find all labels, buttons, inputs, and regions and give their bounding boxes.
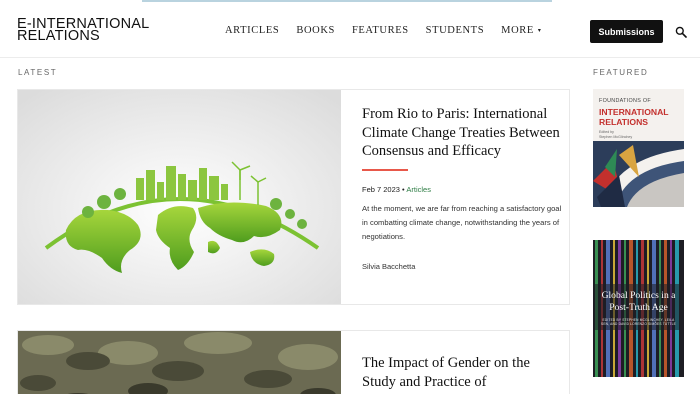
book-title-top: FOUNDATIONS OF xyxy=(599,98,652,104)
book-title-main: INTERNATIONAL RELATIONS xyxy=(599,107,669,127)
article-card[interactable]: The Impact of Gender on the Study and Pr… xyxy=(17,330,570,394)
book-title: Global Politics in a Post-Truth Age xyxy=(601,290,676,313)
nav-more-label: MORE xyxy=(501,25,534,36)
article-body: From Rio to Paris: International Climate… xyxy=(362,105,562,271)
article-card[interactable]: From Rio to Paris: International Climate… xyxy=(17,89,570,305)
nav-students[interactable]: STUDENTS xyxy=(426,25,484,36)
article-excerpt: At the moment, we are far from reaching … xyxy=(362,204,562,241)
title-accent-rule xyxy=(362,168,408,171)
article-title[interactable]: From Rio to Paris: International Climate… xyxy=(362,105,562,161)
header-divider xyxy=(0,57,700,58)
book-editor-name: Stephen McGlinchey xyxy=(599,135,633,139)
book-cover-art xyxy=(593,141,684,207)
article-category[interactable]: Articles xyxy=(406,185,431,194)
book-editor-label: Edited by xyxy=(599,130,614,134)
article-body: The Impact of Gender on the Study and Pr… xyxy=(362,346,562,391)
article-image[interactable] xyxy=(18,90,341,304)
top-accent-line xyxy=(142,0,552,2)
site-logo[interactable]: E-INTERNATIONAL RELATIONS xyxy=(17,17,149,44)
featured-label: FEATURED xyxy=(593,68,649,77)
article-meta: Feb 7 2023 • Articles xyxy=(362,185,562,194)
article-date: Feb 7 2023 xyxy=(362,185,400,194)
featured-book-cover[interactable]: Global Politics in a Post-Truth Age EDIT… xyxy=(593,240,684,377)
submissions-button[interactable]: Submissions xyxy=(590,20,663,43)
nav-articles[interactable]: ARTICLES xyxy=(225,25,279,36)
meta-separator: • xyxy=(402,185,405,194)
article-image[interactable] xyxy=(18,331,341,394)
nav-features[interactable]: FEATURES xyxy=(352,25,409,36)
article-title[interactable]: The Impact of Gender on the Study and Pr… xyxy=(362,354,562,391)
main-nav: ARTICLES BOOKS FEATURES STUDENTS MORE ▾ xyxy=(225,25,559,36)
search-icon[interactable] xyxy=(675,26,687,38)
featured-book-cover[interactable]: FOUNDATIONS OF INTERNATIONAL RELATIONS E… xyxy=(593,89,684,207)
book-subtitle: EDITED BY STEPHEN MCGLINCHEY, LEILA SEN,… xyxy=(601,318,676,327)
chevron-down-icon: ▾ xyxy=(537,28,542,34)
article-author[interactable]: Silvia Bacchetta xyxy=(362,262,562,271)
nav-more[interactable]: MORE ▾ xyxy=(501,25,541,36)
latest-label: LATEST xyxy=(18,68,58,77)
nav-books[interactable]: BOOKS xyxy=(296,25,335,36)
